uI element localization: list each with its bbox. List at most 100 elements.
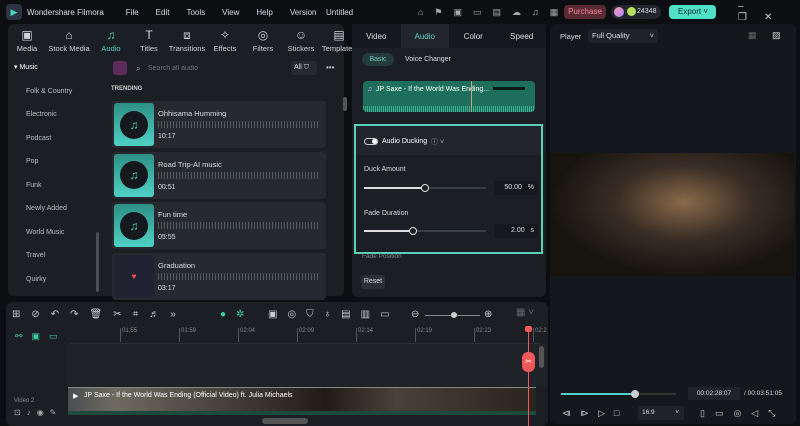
toolbar-icons[interactable]: ⌂⚑▣▭▤☁♫▦: [418, 7, 569, 18]
tick-label: 01:59: [179, 328, 196, 342]
audio-track-item[interactable]: ♥ Graduation 03:17: [112, 252, 326, 300]
grid-icon[interactable]: ▦: [748, 30, 757, 41]
menu-view[interactable]: View: [222, 8, 239, 17]
scissors-icon[interactable]: ✂: [522, 352, 535, 372]
menu-edit[interactable]: Edit: [156, 8, 170, 17]
filter-dropdown[interactable]: All ⛉: [291, 61, 317, 75]
tab-filters[interactable]: ◎ Filters: [244, 28, 282, 53]
tab-stock-media[interactable]: ⌂ Stock Media: [46, 28, 92, 53]
menu-tools[interactable]: Tools: [186, 8, 205, 17]
zoom-out-icon[interactable]: ⊖: [411, 309, 419, 320]
prop-tab-color[interactable]: Color: [449, 24, 498, 48]
category-item[interactable]: Folk & Country: [0, 80, 104, 104]
prop-tab-video[interactable]: Video: [352, 24, 401, 48]
track-title: Graduation: [158, 260, 196, 270]
menu-bar: File Edit Tools View Help Version: [126, 8, 334, 17]
audio-track-item[interactable]: ♫ Road Trip-AI music 00:51: [112, 151, 326, 199]
ducking-toggle[interactable]: [364, 138, 378, 145]
avatar[interactable]: [614, 7, 624, 17]
tab-transitions[interactable]: ⧈ Transitions: [168, 28, 206, 53]
ai-tools[interactable]: ●✲: [220, 309, 254, 320]
tab-audio[interactable]: ♫ Audio: [92, 28, 130, 53]
category-item[interactable]: Funk: [0, 174, 104, 198]
category-item[interactable]: Electronic: [0, 103, 104, 127]
window-controls[interactable]: –❐✕: [738, 1, 800, 23]
playhead[interactable]: [528, 328, 529, 426]
video-clip[interactable]: ▶ JP Saxe - If the World Was Ending (Off…: [68, 387, 536, 415]
purchase-button[interactable]: Purchase: [564, 5, 606, 19]
clip-marker: [471, 81, 472, 112]
tick-label: 02:2: [533, 328, 547, 342]
subtab-basic[interactable]: Basic: [362, 53, 394, 66]
list-scrollbar[interactable]: [343, 97, 347, 111]
tab-label: Stock Media: [48, 44, 90, 53]
track-duration: 00:51: [158, 183, 176, 191]
duck-amount-value[interactable]: 50.00 %: [494, 181, 538, 195]
category-item[interactable]: World Music: [0, 221, 104, 245]
filter-label: All: [294, 64, 302, 71]
quality-dropdown[interactable]: Full Quality ˅: [588, 29, 658, 43]
sidebar-scrollbar[interactable]: [96, 232, 99, 292]
clip-title: JP Saxe - If the World Was Ending...: [376, 86, 490, 93]
audio-clip-preview[interactable]: ♫ JP Saxe - If the World Was Ending...: [363, 81, 535, 112]
duck-amount-slider[interactable]: [364, 184, 486, 192]
track-thumbnail: ♫: [114, 204, 154, 247]
category-item[interactable]: Podcast: [0, 127, 104, 151]
tab-stickers[interactable]: ☺ Stickers: [282, 28, 320, 53]
layout-icon[interactable]: ▦ ˅: [516, 307, 534, 318]
timeline-edit-tools[interactable]: ⊞⊘↶↷🗑✂⌗♬»: [12, 309, 187, 320]
tick-label: 02:23: [474, 328, 491, 342]
tab-media[interactable]: ▣ Media: [8, 28, 46, 53]
property-tabs: Video Audio Color Speed: [352, 24, 546, 48]
track-title: Fun time: [158, 210, 188, 219]
export-button[interactable]: Export ˅: [669, 5, 716, 19]
reset-button[interactable]: Reset: [361, 275, 385, 289]
track-controls[interactable]: ⊡♪◉✎: [14, 408, 62, 417]
timeline-vscroll[interactable]: [539, 346, 544, 368]
time-ruler[interactable]: 01:55 01:59 02:04 02:09 02:14 02:19 02:23 02:2: [70, 328, 547, 344]
player-tools[interactable]: ▯▭◎◁⤡: [700, 408, 785, 419]
category-item[interactable]: Pop: [0, 150, 104, 174]
aspect-ratio-dropdown[interactable]: 16:9 ˅: [638, 406, 684, 420]
track-tools[interactable]: ⚯▣▭: [15, 331, 67, 342]
volume-bar[interactable]: [493, 87, 525, 90]
timeline-scrollbar[interactable]: [262, 418, 308, 424]
video-preview[interactable]: [550, 153, 794, 276]
music-file-icon: ♫: [367, 86, 373, 93]
tab-label: Filters: [252, 44, 274, 53]
audio-track-item[interactable]: ♫ Ohhisama Humming 10:17: [112, 101, 326, 148]
category-item[interactable]: Quirky: [0, 268, 104, 292]
category-item[interactable]: Travel: [0, 244, 104, 268]
tab-effects[interactable]: ✧ Effects: [206, 28, 244, 53]
effects-icon: ✧: [219, 28, 231, 42]
menu-version[interactable]: Version: [290, 8, 317, 17]
fade-duration-slider[interactable]: [364, 227, 486, 235]
image-icon[interactable]: ▨: [772, 30, 781, 41]
more-icon[interactable]: •••: [326, 63, 334, 72]
prop-tab-speed[interactable]: Speed: [497, 24, 546, 48]
duck-amount-label: Duck Amount: [364, 166, 406, 173]
current-time[interactable]: 00:02:28:07: [688, 387, 740, 400]
tab-titles[interactable]: T Titles: [130, 28, 168, 53]
category-music[interactable]: ▾ Music: [0, 56, 104, 80]
zoom-slider[interactable]: [425, 312, 480, 318]
fade-duration-value[interactable]: 2.00 s: [494, 224, 538, 238]
library-icon[interactable]: [113, 61, 127, 75]
menu-help[interactable]: Help: [256, 8, 272, 17]
timeline-extra-tools[interactable]: ▣◎⛉♁▤▥▭: [268, 309, 400, 320]
zoom-in-icon[interactable]: ⊕: [484, 309, 492, 320]
prop-tab-audio[interactable]: Audio: [400, 24, 449, 48]
menu-file[interactable]: File: [126, 8, 139, 17]
playback-controls[interactable]: ⧏⧐▷□: [562, 408, 628, 419]
subtab-voice-changer[interactable]: Voice Changer: [405, 56, 451, 63]
help-icon[interactable]: ⓘ ˅: [431, 137, 444, 147]
tick-label: 02:14: [356, 328, 373, 342]
track-title: Road Trip-AI music: [158, 159, 222, 169]
playhead-handle[interactable]: [525, 326, 532, 332]
category-item[interactable]: Newly Added: [0, 197, 104, 221]
search-input[interactable]: [148, 61, 268, 75]
clip-play-icon: ▶: [73, 393, 79, 400]
playback-scrubber[interactable]: [561, 390, 676, 398]
tab-label: Templates: [321, 44, 357, 53]
audio-track-item[interactable]: ♫ Fun time 05:55: [112, 202, 326, 249]
